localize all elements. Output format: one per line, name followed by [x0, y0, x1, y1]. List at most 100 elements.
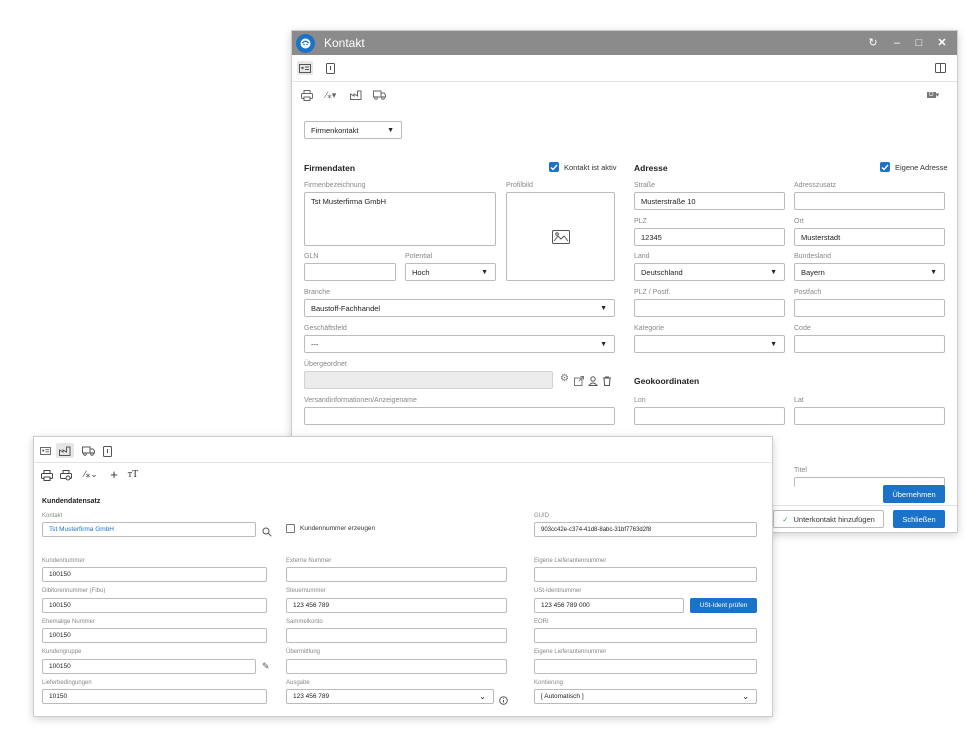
lieferbed-input[interactable]: 10150	[42, 689, 267, 704]
factory-icon[interactable]	[348, 88, 364, 102]
ort-input[interactable]: Musterstadt	[794, 228, 945, 246]
tab-contact-card-icon[interactable]	[297, 61, 313, 75]
branche-label: Branche	[304, 289, 331, 296]
print-icon[interactable]	[40, 469, 54, 481]
profilbild-box[interactable]	[506, 192, 615, 281]
debitor-value: 100150	[49, 602, 71, 609]
unterkontakt-button[interactable]: ✓ Unterkontakt hinzufügen	[773, 510, 884, 528]
trash-icon[interactable]	[602, 373, 612, 391]
ausgabe-label: Ausgabe	[286, 680, 310, 686]
guid-input[interactable]: 903cc42e-c374-41d8-8abc-31bf7763d2f8	[534, 522, 757, 537]
gln-input[interactable]	[304, 263, 396, 281]
print-icon[interactable]	[300, 88, 314, 102]
tab-truck-icon[interactable]	[80, 445, 96, 457]
kontierung-select[interactable]: [ Automatisch ] ⌄	[534, 689, 757, 704]
checkmark-icon	[549, 162, 559, 172]
kundengruppe-input[interactable]: 100150	[42, 659, 256, 674]
tab-document-icon[interactable]	[323, 61, 337, 75]
firmendaten-heading: Firmendaten	[304, 163, 356, 173]
kundengruppe-value: 100150	[49, 663, 71, 670]
guid-label: GUID	[534, 513, 549, 519]
ustid-pruefen-button[interactable]: USt-Ident prüfen	[690, 598, 757, 613]
search-icon[interactable]	[262, 524, 272, 542]
truck-icon[interactable]	[371, 88, 387, 102]
eigene-lief2-input[interactable]	[534, 659, 757, 674]
ehemalige-input[interactable]: 100150	[42, 628, 267, 643]
print-preview-icon[interactable]	[59, 469, 73, 481]
strasse-input[interactable]: Musterstraße 10	[634, 192, 785, 210]
kategorie-select[interactable]: ▼	[634, 335, 785, 353]
debitor-label: Dibitorennummer (Fibu)	[42, 588, 106, 594]
schliessen-button[interactable]: Schließen	[893, 510, 945, 528]
lat-input[interactable]	[794, 407, 945, 425]
kundennummer-value: 100150	[49, 571, 71, 578]
info-icon[interactable]	[499, 692, 508, 710]
eigene-adresse-checkbox[interactable]: Eigene Adresse	[880, 162, 948, 172]
potential-value: Hoch	[412, 267, 430, 277]
sammelkonto-input[interactable]	[286, 628, 507, 643]
externe-input[interactable]	[286, 567, 507, 582]
kontakt-input[interactable]: Tst Musterfirma GmbH	[42, 522, 256, 537]
outlook-icon[interactable]: O ▾	[924, 88, 942, 102]
eori-input[interactable]	[534, 628, 757, 643]
magic-wand-icon[interactable]: ⁄⁎▾	[321, 88, 341, 102]
plz-input[interactable]: 12345	[634, 228, 785, 246]
refresh-icon[interactable]: ↻	[865, 31, 881, 55]
code-input[interactable]	[794, 335, 945, 353]
eigene-lief-label: Eigene Lieferantennummer	[534, 558, 607, 564]
code-label: Code	[794, 325, 811, 332]
land-value: Deutschland	[641, 267, 683, 277]
tab-document-icon[interactable]	[101, 445, 113, 457]
strasse-value: Musterstraße 10	[641, 196, 696, 206]
land-label: Land	[634, 253, 650, 260]
kontakt-aktiv-checkbox[interactable]: Kontakt ist aktiv	[549, 162, 617, 172]
plz-value: 12345	[641, 232, 662, 242]
chevron-down-icon: ⌄	[479, 692, 486, 701]
eigene-lief-input[interactable]	[534, 567, 757, 582]
plzpostf-label: PLZ / Postf.	[634, 289, 671, 296]
maximize-icon[interactable]: □	[911, 31, 927, 55]
eigene-adresse-label: Eigene Adresse	[895, 162, 948, 172]
plzpostf-input[interactable]	[634, 299, 785, 317]
kundennummer-erzeugen-checkbox[interactable]: Kundennummer erzeugen	[286, 524, 375, 533]
magic-wand-icon[interactable]: ⁄⁎⌄	[80, 468, 102, 481]
open-external-icon[interactable]	[574, 373, 584, 391]
edit-pencil-icon[interactable]: ✎	[262, 661, 270, 672]
text-size-icon[interactable]: тT	[125, 467, 141, 481]
potential-select[interactable]: Hoch ▼	[405, 263, 496, 281]
tab-contact-card-icon[interactable]	[38, 445, 52, 457]
lat-label: Lat	[794, 397, 804, 404]
adresszusatz-input[interactable]	[794, 192, 945, 210]
kontakt-aktiv-label: Kontakt ist aktiv	[564, 162, 617, 172]
bundesland-select[interactable]: Bayern ▼	[794, 263, 945, 281]
geschaeftsfeld-select[interactable]: --- ▼	[304, 335, 615, 353]
lon-label: Lon	[634, 397, 646, 404]
land-select[interactable]: Deutschland ▼	[634, 263, 785, 281]
ausgabe-select[interactable]: 123 456 789 ⌄	[286, 689, 494, 704]
tab-bar	[292, 55, 957, 82]
firmenbezeichnung-input[interactable]: Tst Musterfirma GmbH	[304, 192, 496, 246]
add-icon[interactable]: +	[108, 467, 120, 482]
contact-type-select[interactable]: Firmenkontakt ▼	[304, 121, 402, 139]
user-icon[interactable]	[587, 373, 599, 391]
lon-input[interactable]	[634, 407, 785, 425]
uebermittlung-input[interactable]	[286, 659, 507, 674]
image-icon	[551, 229, 570, 244]
tab-factory-icon[interactable]	[56, 443, 74, 458]
split-view-icon[interactable]	[933, 61, 947, 75]
ustid-input[interactable]: 123 456 789 000	[534, 598, 684, 613]
firmenbezeichnung-value: Tst Musterfirma GmbH	[311, 197, 387, 206]
settings-icon[interactable]: ⚙	[560, 373, 569, 384]
chevron-down-icon: ▼	[600, 340, 607, 348]
kundennummer-erzeugen-label: Kundennummer erzeugen	[300, 525, 376, 532]
debitor-input[interactable]: 100150	[42, 598, 267, 613]
versand-input[interactable]	[304, 407, 615, 425]
title-bar: Kontakt ↻ – □ ✕	[292, 31, 957, 55]
close-icon[interactable]: ✕	[934, 31, 950, 55]
branche-select[interactable]: Baustoff-Fachhandel ▼	[304, 299, 615, 317]
uebernehmen-button[interactable]: Übernehmen	[883, 485, 945, 503]
kundennummer-input[interactable]: 100150	[42, 567, 267, 582]
steuer-input[interactable]: 123 456 789	[286, 598, 507, 613]
postfach-input[interactable]	[794, 299, 945, 317]
minimize-icon[interactable]: –	[889, 31, 905, 55]
